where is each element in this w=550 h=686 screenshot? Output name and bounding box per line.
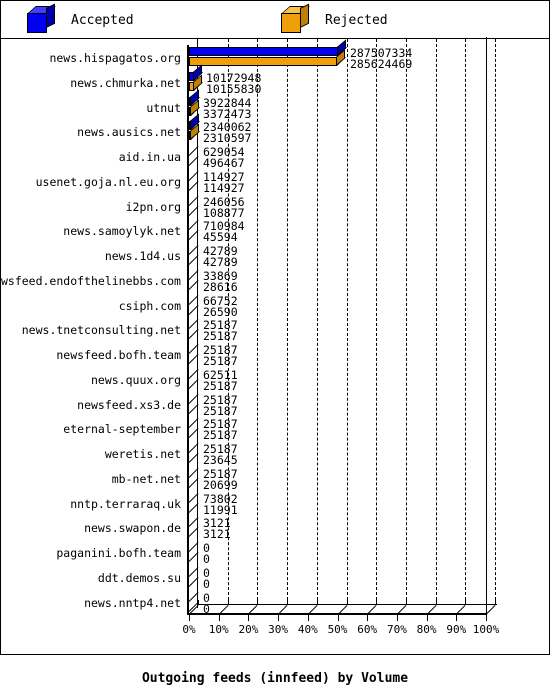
chart-root: Accepted Rejected news.hispagatos.org new… (0, 0, 550, 686)
gridline (376, 39, 378, 605)
right-border-line (486, 37, 487, 614)
value-label-rejected: 285624469 (350, 57, 413, 71)
x-tick-back (257, 600, 259, 605)
gridline (405, 39, 407, 605)
bar-rejected (189, 98, 200, 116)
value-label-rejected: 496467 (203, 156, 245, 170)
value-label-rejected: 108877 (203, 205, 245, 220)
x-tick-back (465, 600, 467, 605)
x-tick (367, 615, 369, 621)
bar-rejected (189, 49, 346, 66)
chart-legend: Accepted Rejected (1, 1, 549, 39)
value-label-rejected: 25187 (203, 428, 238, 443)
value-label-rejected: 25187 (203, 403, 238, 418)
value-label-rejected: 23645 (203, 453, 238, 467)
legend-label-accepted: Accepted (71, 12, 134, 28)
x-tick-back (405, 600, 407, 605)
category-label: weretis.net (104, 447, 181, 461)
x-tick-back (316, 600, 318, 605)
category-label: newsfeed.xs3.de (77, 397, 181, 412)
bar-accepted (189, 64, 203, 81)
category-label: eternal-september (63, 422, 181, 437)
value-label-rejected: 25187 (203, 354, 238, 368)
bar-accepted (189, 39, 347, 56)
category-label: csiph.com (118, 298, 181, 313)
x-tick (307, 615, 309, 621)
value-label-rejected: 45594 (203, 230, 238, 245)
category-label: ddt.demos.su (97, 570, 181, 585)
value-label-rejected: 11991 (203, 502, 238, 517)
category-label: news.quux.org (90, 372, 181, 387)
x-tick (278, 615, 280, 621)
x-tick (218, 615, 220, 621)
value-label-rejected: 20699 (203, 477, 238, 492)
x-tick (486, 615, 487, 621)
category-label: news.tnetconsulting.net (21, 323, 181, 338)
value-label-rejected: 0 (203, 601, 210, 616)
x-tick (248, 615, 250, 621)
bar-rejected (189, 74, 203, 91)
legend-item-rejected: Rejected (281, 1, 388, 39)
x-tick-back (227, 600, 229, 605)
category-label: news.nntp4.net (84, 595, 181, 610)
legend-swatch-accepted-icon (27, 3, 57, 33)
category-label: mb-net.net (111, 471, 181, 486)
value-label-rejected: 3121 (203, 527, 231, 542)
gridline (495, 39, 496, 605)
x-tick (337, 615, 339, 621)
x-tick-back (376, 600, 378, 605)
x-tick-back (198, 600, 199, 605)
value-label-rejected: 2310597 (203, 131, 252, 146)
category-label: utnut (146, 100, 181, 115)
value-label-rejected: 114927 (203, 180, 245, 195)
legend-swatch-rejected-icon (281, 3, 311, 33)
plot-area: news.hispagatos.org news.chmurka.net utnut… (0, 37, 549, 686)
x-tick (426, 615, 428, 621)
category-label: paganini.bofh.team (56, 546, 181, 560)
legend-label-rejected: Rejected (325, 12, 388, 28)
x-tick (456, 615, 458, 621)
category-label: usenet.goja.nl.eu.org (35, 174, 181, 189)
x-tick-connector (485, 605, 496, 615)
value-label-rejected: 0 (203, 552, 210, 566)
x-axis-title: Outgoing feeds (innfeed) by Volume (141, 671, 409, 686)
category-label: newsfeed.endofthelinebbs.com (0, 273, 181, 288)
category-label: news.hispagatos.org (49, 51, 181, 65)
value-label-rejected: 28616 (203, 279, 238, 294)
bar-rejected (189, 123, 200, 141)
category-label: newsfeed.bofh.team (56, 348, 181, 362)
value-label-rejected: 10155830 (206, 81, 262, 96)
x-tick (189, 615, 190, 621)
category-label: i2pn.org (125, 199, 181, 214)
gridline (257, 39, 259, 605)
value-label-rejected: 25187 (203, 329, 238, 344)
category-label: news.chmurka.net (70, 75, 181, 90)
x-tick (396, 615, 398, 621)
gridline (435, 39, 437, 605)
legend-item-accepted: Accepted (27, 1, 134, 39)
category-label: news.swapon.de (84, 521, 181, 536)
x-tick-back (495, 600, 496, 605)
value-label-rejected: 42789 (203, 255, 238, 269)
value-label-rejected: 0 (203, 576, 210, 591)
value-label-rejected: 3372473 (203, 106, 252, 121)
value-label-rejected: 26590 (203, 304, 238, 319)
gridline (287, 39, 289, 605)
gridline (316, 39, 318, 605)
x-tick-label: 100% (472, 623, 500, 636)
value-label-rejected: 25187 (203, 378, 238, 393)
category-label: news.samoylyk.net (63, 224, 181, 239)
bar-accepted (189, 88, 200, 106)
category-label: nntp.terraraq.uk (70, 496, 181, 511)
gridline (346, 39, 348, 605)
category-label: aid.in.ua (118, 150, 181, 164)
x-tick-back (287, 600, 289, 605)
category-label: news.1d4.us (104, 249, 181, 263)
category-label: news.ausics.net (77, 125, 181, 140)
gridline (465, 39, 467, 605)
